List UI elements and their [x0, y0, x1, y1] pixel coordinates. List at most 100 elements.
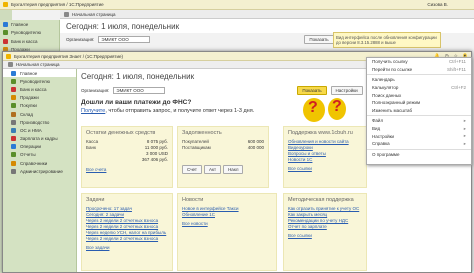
menu-separator — [367, 148, 471, 150]
menu-item-label: Вид — [372, 126, 381, 132]
news-panel: Новости Новое в интерфейсе Такси Обновлен… — [177, 193, 277, 271]
sidebar-item-label: Операции — [20, 144, 42, 150]
menu-item-label: Настройки — [372, 133, 395, 139]
sidebar-item[interactable]: Операции — [3, 143, 76, 151]
menu-item[interactable]: Полноэкранный режим — [367, 99, 471, 107]
book-icon — [11, 160, 16, 166]
sidebar-item-icon — [3, 21, 8, 27]
promo-title: Дошли ли ваши платежи до ФНС? — [81, 99, 192, 106]
support-all-link[interactable]: Все ссылки — [288, 166, 362, 171]
sidebar-item-label: Руководителю — [20, 78, 51, 84]
home-icon[interactable] — [64, 11, 69, 17]
list-item[interactable]: Новости 1С — [288, 157, 362, 163]
support-panel-title: Поддержка www.1cbuh.ru — [288, 130, 353, 136]
news-panel-title: Новости — [182, 197, 204, 203]
cash-panel: Остатки денежных средств Касса 8 075 руб.… — [81, 126, 173, 188]
menu-item[interactable]: Файл ▸ — [367, 117, 471, 125]
sidebar-item-label: ОС и НМА — [20, 127, 42, 133]
settings-button[interactable]: Настройки — [330, 85, 363, 95]
show-button[interactable]: Показать — [297, 85, 327, 95]
menu-item-label: Справка — [372, 141, 390, 147]
menu-item[interactable]: Перейти по ссылке Shift+F11 — [367, 66, 471, 74]
menu-item-label: Перейти по ссылке — [372, 66, 413, 72]
table-row: Поставщикам 400 000 — [182, 145, 264, 151]
menu-item[interactable]: Справка ▸ — [367, 140, 471, 148]
cash-all-link[interactable]: Все счета — [86, 167, 168, 172]
menu-item[interactable]: Калькулятор Ctrl+F2 — [367, 84, 471, 92]
home-icon[interactable] — [8, 62, 13, 67]
menu-item-label: О программе — [372, 151, 400, 157]
ops-icon — [11, 144, 16, 150]
bg-org-label: Организация: — [66, 37, 95, 42]
menu-item[interactable]: Календарь — [367, 76, 471, 84]
sidebar-item[interactable]: Главное — [3, 69, 76, 78]
menu-item[interactable]: Поиск данных — [367, 91, 471, 99]
mascot-right-icon: ? — [328, 98, 346, 120]
sidebar-item[interactable]: Производство — [3, 118, 76, 126]
list-item[interactable]: Отчет по зарплате — [288, 224, 362, 230]
asset-icon — [11, 127, 16, 133]
menu-separator — [367, 115, 471, 117]
report-icon — [11, 152, 16, 158]
menu-item[interactable]: Изменить масштаб — [367, 107, 471, 115]
sidebar-item[interactable]: Руководителю — [3, 77, 76, 85]
news-all-link[interactable]: Все новости — [182, 221, 272, 226]
box-icon — [11, 111, 16, 117]
people-icon — [11, 136, 16, 142]
tasks-all-link[interactable]: Все задачи — [86, 245, 168, 250]
support-panel: Поддержка www.1cbuh.ru Обновления и ново… — [283, 126, 367, 188]
tab-start-page[interactable]: Начальная страница — [16, 62, 60, 67]
sidebar-item-label: Склад — [20, 111, 34, 117]
method-all-link[interactable]: Все ссылки — [288, 233, 362, 238]
sidebar-item[interactable]: Справочники — [3, 159, 76, 167]
bg-org-select[interactable]: ЭМИКТ ООО — [98, 36, 151, 43]
sidebar-item[interactable]: ОС и НМА — [3, 126, 76, 134]
main-menu-dropdown: Получить ссылку Ctrl+F11 Перейти по ссылке… — [366, 57, 472, 165]
cash-panel-title: Остатки денежных средств — [86, 130, 156, 136]
menu-item-shortcut: ▸ — [463, 117, 466, 123]
menu-item-label: Получить ссылку — [372, 59, 408, 65]
org-select[interactable]: ЭМИКТ ООО — [113, 86, 166, 94]
gear-icon — [11, 168, 16, 174]
debt-action-button[interactable]: Акт — [203, 165, 222, 174]
bg-sidebar-item-label: Руководителю — [11, 30, 42, 36]
sidebar-item[interactable]: Банк и касса — [3, 85, 76, 93]
sales-icon — [11, 95, 16, 101]
list-item[interactable]: Обновление 1С — [182, 212, 272, 218]
home-icon — [11, 70, 16, 76]
sidebar-item-icon — [3, 38, 8, 44]
list-item[interactable]: Через 2 недели 2 отчетных взноса — [86, 236, 168, 242]
sidebar-item-label: Производство — [20, 119, 50, 125]
app-logo-icon — [3, 2, 8, 7]
sidebar-item[interactable]: Отчеты — [3, 151, 76, 159]
mascot-left-icon: ? — [303, 98, 325, 122]
sidebar-item[interactable]: Склад — [3, 110, 76, 118]
promo-text: , чтобы отправить запрос, и получите отв… — [105, 108, 255, 114]
promo-link[interactable]: Получите — [81, 108, 105, 114]
debt-action-button[interactable]: Счет — [182, 165, 202, 174]
org-label: Организация: — [81, 87, 110, 93]
sidebar-item[interactable]: Зарплата и кадры — [3, 135, 76, 143]
menu-item-label: Полноэкранный режим — [372, 100, 421, 106]
debt-action-button[interactable]: Накл — [223, 165, 244, 174]
menu-item[interactable]: Настройки ▸ — [367, 132, 471, 140]
bg-sidebar-item[interactable]: Руководителю — [0, 29, 59, 38]
sidebar-item[interactable]: Администрирование — [3, 167, 76, 175]
sidebar-item[interactable]: Покупки — [3, 102, 76, 110]
bg-show-button[interactable]: Показать — [304, 35, 334, 44]
bg-user-name[interactable]: Сизова В. — [427, 2, 474, 7]
menu-item[interactable]: Вид ▸ — [367, 125, 471, 133]
menu-item[interactable]: О программе — [367, 151, 471, 159]
sidebar-item-icon — [3, 30, 8, 36]
menu-separator — [367, 74, 471, 76]
bg-sidebar-item-label: Банк и касса — [11, 38, 38, 44]
method-panel-title: Методическая поддержка — [288, 197, 354, 203]
sidebar-item[interactable]: Продажи — [3, 94, 76, 102]
debts-panel: Задолженность Покупателей 600 000 Поставщи… — [177, 126, 269, 188]
menu-item[interactable]: Получить ссылку Ctrl+F11 — [367, 58, 471, 66]
sidebar-item-label: Отчеты — [20, 152, 36, 158]
bg-sidebar-item-label: Главное — [11, 21, 29, 27]
bg-tab-start[interactable]: Начальная страница — [72, 12, 116, 17]
bg-sidebar-item[interactable]: Главное — [0, 20, 59, 29]
bg-sidebar-item[interactable]: Банк и касса — [0, 37, 59, 46]
